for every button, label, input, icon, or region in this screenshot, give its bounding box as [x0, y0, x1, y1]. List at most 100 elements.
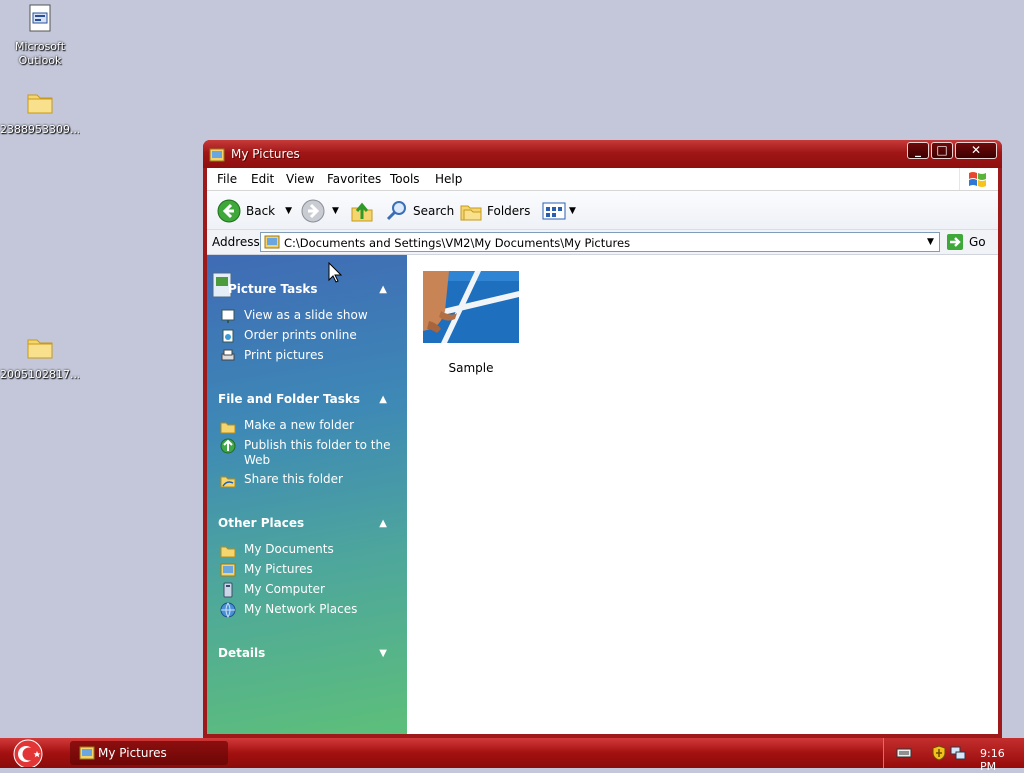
keyboard-icon[interactable]	[896, 747, 912, 759]
menu-help[interactable]: Help	[435, 172, 462, 186]
task-label: Make a new folder	[244, 418, 355, 432]
task-order-prints[interactable]: Order prints online	[220, 328, 400, 344]
my-pictures-icon	[79, 746, 95, 760]
explorer-window: My Pictures _ □ ✕ File Edit View Favorit…	[203, 140, 1002, 738]
task-label: View as a slide show	[244, 308, 368, 322]
menu-tools[interactable]: Tools	[390, 172, 420, 186]
file-item[interactable]: Sample	[421, 271, 521, 375]
slideshow-icon	[221, 309, 235, 323]
my-pictures-icon	[220, 563, 236, 577]
task-label: Print pictures	[244, 348, 324, 362]
folders-icon	[460, 205, 482, 221]
task-share-folder[interactable]: Share this folder	[220, 472, 400, 488]
title-bar[interactable]: My Pictures _ □ ✕	[203, 140, 1002, 168]
address-value: C:\Documents and Settings\VM2\My Documen…	[284, 236, 631, 250]
file-name: Sample	[448, 361, 494, 375]
task-view-slideshow[interactable]: View as a slide show	[220, 308, 400, 324]
task-pane: Picture Tasks ▲ View as a slide show Ord…	[207, 255, 407, 734]
go-label: Go	[969, 235, 986, 249]
back-label: Back	[246, 204, 276, 218]
place-my-computer[interactable]: My Computer	[220, 582, 400, 598]
window-title: My Pictures	[231, 147, 300, 161]
system-tray: 9:16 PM	[883, 738, 1024, 773]
task-new-folder[interactable]: Make a new folder	[220, 418, 400, 434]
desktop-icon-label: Microsoft	[14, 40, 66, 53]
back-button[interactable]: Back ▼	[217, 199, 292, 223]
desktop-icon-folder-1[interactable]: 2388953309...	[0, 86, 80, 137]
maximize-button[interactable]: □	[931, 142, 953, 159]
collapse-icon[interactable]: ▲	[379, 394, 387, 405]
new-folder-icon	[220, 422, 236, 434]
search-icon	[386, 201, 406, 221]
forward-dropdown-icon[interactable]: ▼	[332, 206, 339, 216]
file-folder-tasks-header[interactable]: File and Folder Tasks	[218, 392, 360, 406]
address-label: Address	[212, 235, 260, 249]
task-label: Share this folder	[244, 472, 343, 486]
up-folder-icon	[351, 202, 373, 222]
place-my-pictures[interactable]: My Pictures	[220, 562, 400, 578]
desktop-icon-label: 2388953309...	[0, 123, 80, 136]
mouse-cursor-icon	[328, 262, 342, 283]
start-logo-icon	[13, 739, 43, 769]
taskbar-task-my-pictures[interactable]: My Pictures	[70, 741, 228, 765]
security-shield-icon[interactable]	[932, 745, 946, 761]
folder-icon	[27, 94, 53, 114]
network-connection-icon[interactable]	[950, 745, 966, 761]
desktop-icon-folder-2[interactable]: 2005102817...	[0, 331, 80, 382]
place-my-documents[interactable]: My Documents	[220, 542, 400, 558]
folders-label: Folders	[487, 204, 531, 218]
my-pictures-icon	[264, 235, 280, 249]
collapse-icon[interactable]: ▲	[379, 284, 387, 295]
place-label: My Pictures	[244, 562, 313, 576]
menu-file[interactable]: File	[217, 172, 237, 186]
up-folder-button[interactable]	[350, 199, 374, 223]
back-dropdown-icon[interactable]: ▼	[285, 206, 292, 216]
sample-image-thumbnail	[423, 271, 519, 343]
folder-icon	[27, 339, 53, 359]
collapse-icon[interactable]: ▲	[379, 518, 387, 529]
folders-button[interactable]: Folders	[459, 199, 530, 223]
views-dropdown-icon[interactable]: ▼	[569, 206, 576, 216]
place-label: My Documents	[244, 542, 334, 556]
desktop-icon-outlook[interactable]: Microsoft Outlook	[0, 3, 80, 68]
forward-button[interactable]: ▼	[301, 199, 339, 223]
views-button[interactable]: ▼	[542, 199, 576, 223]
window-body: File Edit View Favorites Tools Help Back…	[207, 168, 998, 734]
expand-icon[interactable]: ▼	[379, 648, 387, 659]
task-print-pictures[interactable]: Print pictures	[220, 348, 400, 364]
other-places-header[interactable]: Other Places	[218, 516, 304, 530]
standard-toolbar: Back ▼ ▼ Search Folders ▼	[207, 191, 998, 230]
clock[interactable]: 9:16 PM	[980, 747, 1024, 773]
menu-favorites[interactable]: Favorites	[327, 172, 381, 186]
outlook-document-icon	[29, 4, 51, 32]
search-label: Search	[413, 204, 455, 218]
menu-bar: File Edit View Favorites Tools Help	[207, 168, 998, 191]
place-my-network[interactable]: My Network Places	[220, 602, 400, 618]
start-button[interactable]	[8, 739, 46, 769]
order-prints-icon	[222, 329, 234, 343]
file-list: Sample	[407, 255, 998, 734]
menu-view[interactable]: View	[286, 172, 314, 186]
my-documents-icon	[220, 546, 236, 558]
search-button[interactable]: Search	[385, 199, 454, 223]
views-icon	[542, 202, 566, 220]
share-folder-icon	[220, 476, 236, 488]
picture-tasks-header[interactable]: Picture Tasks	[228, 282, 318, 296]
my-pictures-icon	[209, 148, 225, 162]
address-input[interactable]: C:\Documents and Settings\VM2\My Documen…	[260, 232, 940, 252]
network-places-icon	[220, 602, 236, 618]
address-dropdown-button[interactable]: ▼	[922, 233, 939, 251]
back-arrow-icon	[217, 199, 241, 223]
place-label: My Network Places	[244, 602, 358, 616]
task-publish-web[interactable]: Publish this folder to the Web	[220, 438, 400, 468]
publish-web-icon	[220, 438, 236, 454]
minimize-button[interactable]: _	[907, 142, 929, 159]
taskbar: My Pictures 9:16 PM	[0, 738, 1024, 773]
close-button[interactable]: ✕	[955, 142, 997, 159]
menu-edit[interactable]: Edit	[251, 172, 274, 186]
desktop-icon-label: 2005102817...	[0, 368, 80, 381]
go-button[interactable]: Go	[946, 232, 986, 252]
forward-arrow-icon	[301, 199, 325, 223]
details-header[interactable]: Details	[218, 646, 265, 660]
task-label: My Pictures	[98, 746, 167, 760]
